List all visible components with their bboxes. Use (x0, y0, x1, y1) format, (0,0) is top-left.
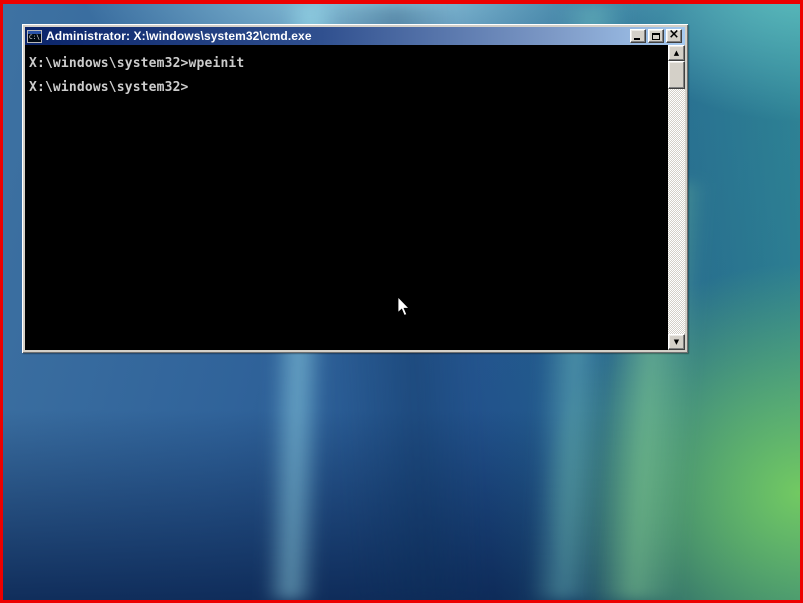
mouse-cursor (397, 296, 411, 317)
close-icon: × (669, 30, 680, 40)
cmd-prompt-icon-text: C:\. (28, 34, 41, 41)
scrollbar-thumb[interactable] (668, 61, 685, 89)
close-button[interactable]: × (666, 29, 682, 43)
scroll-down-button[interactable]: ▼ (668, 334, 685, 350)
scrollbar-track[interactable] (668, 89, 685, 334)
console-line-prompt: X:\windows\system32> (29, 82, 668, 94)
console-area: X:\windows\system32>wpeinit X:\windows\s… (25, 45, 685, 350)
window-controls: × (630, 29, 683, 43)
cmd-window: C:\. Administrator: X:\windows\system32\… (22, 24, 688, 353)
maximize-icon (652, 33, 660, 40)
titlebar[interactable]: C:\. Administrator: X:\windows\system32\… (25, 27, 685, 45)
scroll-down-icon: ▼ (674, 339, 679, 346)
window-title: Administrator: X:\windows\system32\cmd.e… (45, 29, 627, 43)
maximize-button[interactable] (648, 29, 664, 43)
vertical-scrollbar[interactable]: ▲ ▼ (668, 45, 685, 350)
minimize-button[interactable] (630, 29, 646, 43)
scroll-up-icon: ▲ (674, 50, 679, 57)
minimize-icon (634, 38, 640, 40)
screen: C:\. Administrator: X:\windows\system32\… (0, 0, 803, 603)
console-output[interactable]: X:\windows\system32>wpeinit X:\windows\s… (25, 45, 668, 350)
scroll-up-button[interactable]: ▲ (668, 45, 685, 61)
cmd-prompt-icon: C:\. (27, 30, 42, 43)
console-line-prompt-wpeinit: X:\windows\system32>wpeinit (29, 58, 668, 70)
